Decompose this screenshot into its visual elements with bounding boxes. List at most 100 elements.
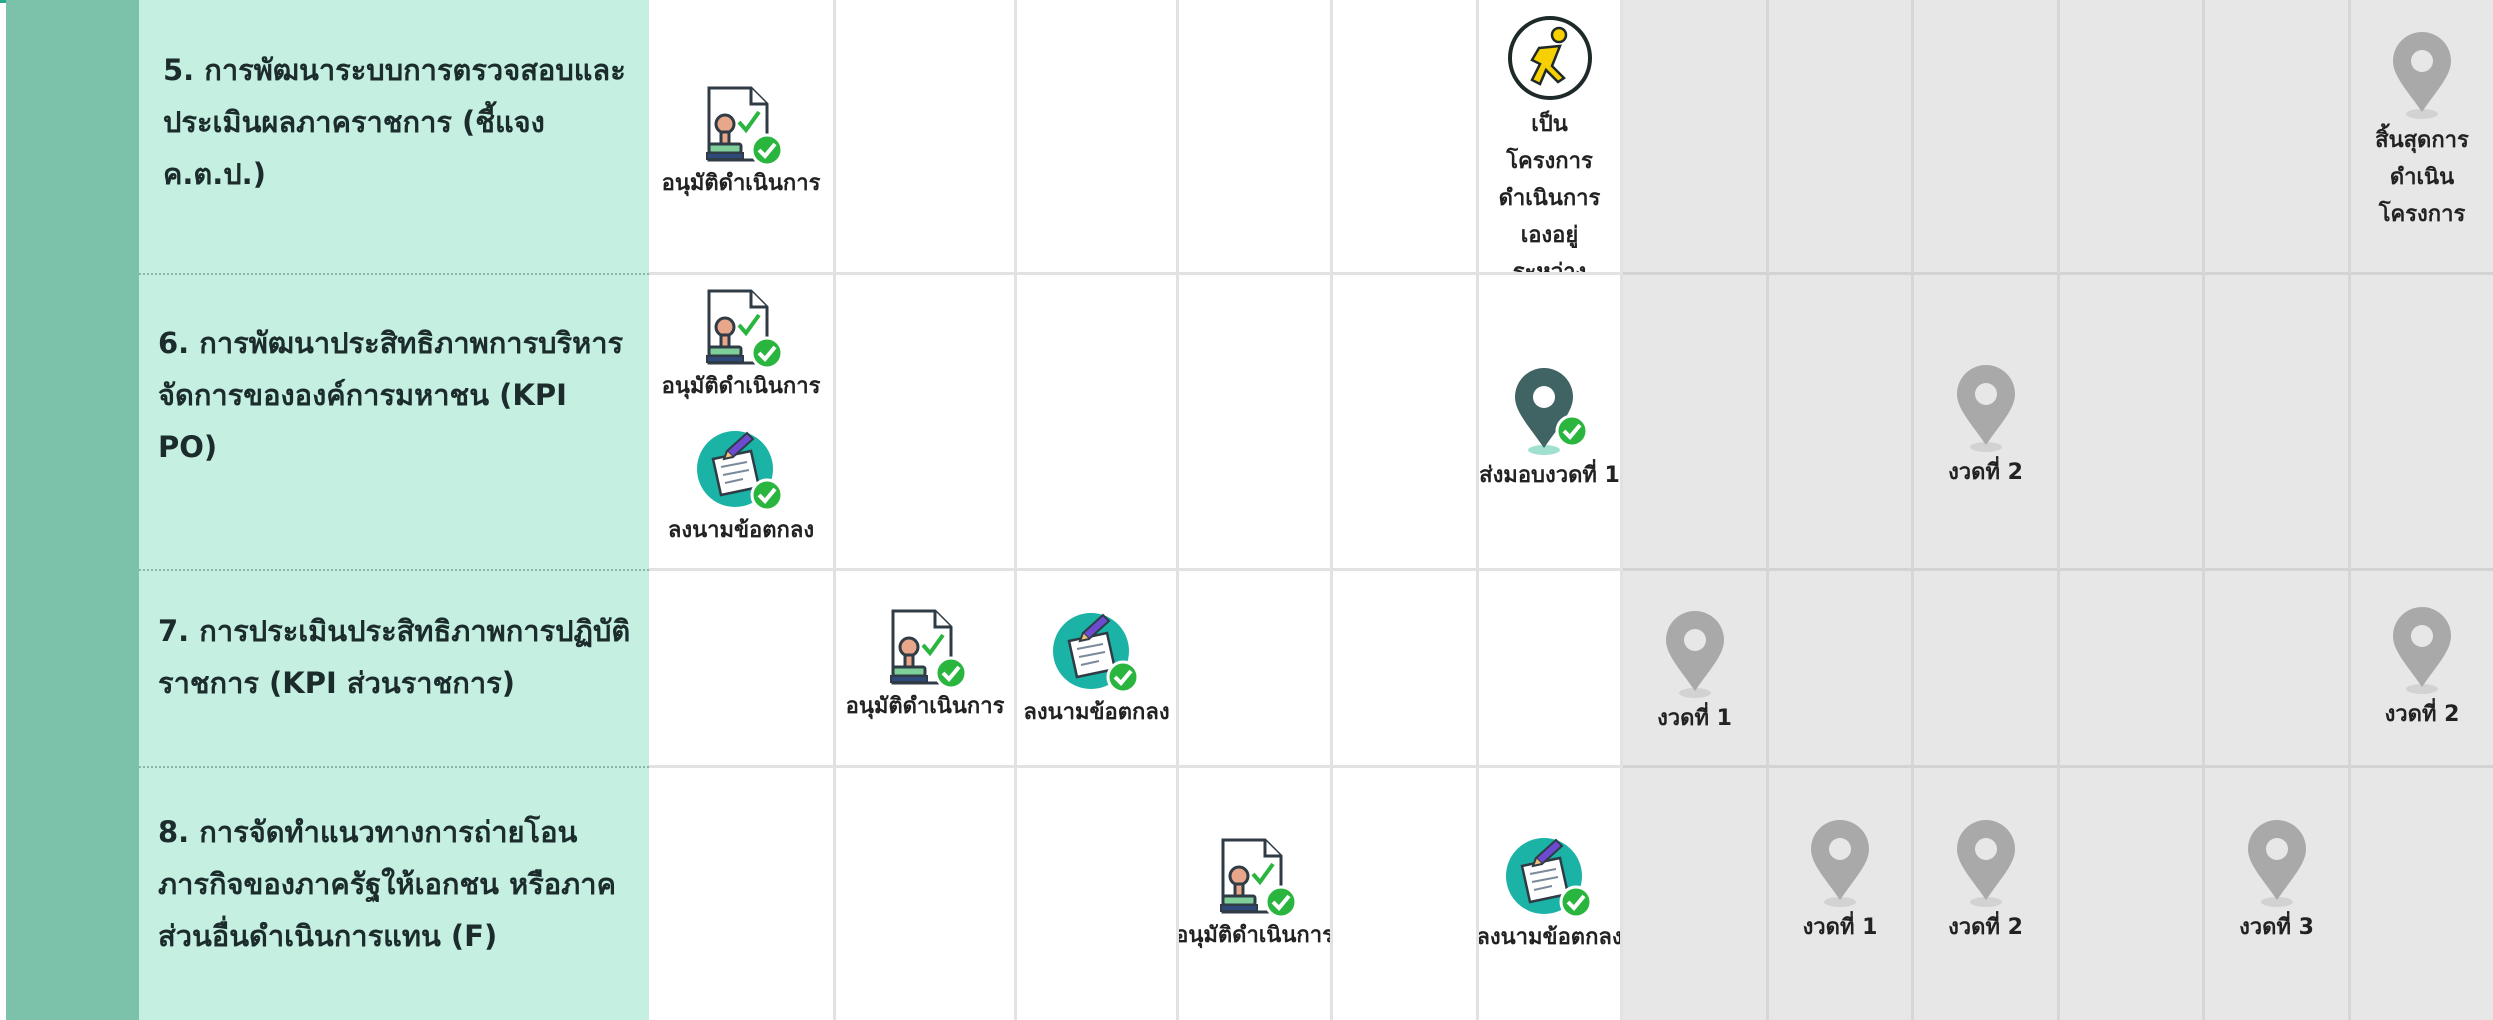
row-6-col-11 — [2205, 275, 2351, 571]
row-5-approve-milestone[interactable]: อนุมัติดำเนินการ — [649, 84, 833, 202]
row-5-running-milestone[interactable]: เป็นโครงการดำเนินการเองอยู่ระหว่างดำเนิน… — [1479, 14, 1620, 272]
row-8-installment-1-milestone[interactable]: งวดที่ 1 — [1769, 818, 1911, 946]
location-pin-pending-icon — [2393, 607, 2451, 694]
row-5-col-5 — [1333, 0, 1479, 275]
row-5-title: 5. การพัฒนาระบบการตรวจสอบและประเมินผลภาค… — [163, 53, 626, 191]
row-8-title: 8. การจัดทำแนวทางการถ่ายโอนภารกิจของภาคร… — [158, 815, 616, 953]
row-8-sign-label: ลงนามข้อตกลง — [1479, 925, 1623, 950]
row-7-col-2: อนุมัติดำเนินการ — [836, 571, 1017, 768]
row-5-col-7 — [1623, 0, 1769, 275]
row-7-col-6 — [1479, 571, 1623, 768]
row-8-name-cell: 8. การจัดทำแนวทางการถ่ายโอนภารกิจของภาคร… — [139, 768, 649, 1020]
row-8-installment-3-label: งวดที่ 3 — [2239, 915, 2314, 940]
row-7-sign-label: ลงนามข้อตกลง — [1023, 700, 1170, 725]
row-6-col-3 — [1017, 275, 1179, 571]
row-7-installment-2-milestone[interactable]: งวดที่ 2 — [2351, 605, 2493, 733]
row-7-col-5 — [1333, 571, 1479, 768]
approved-document-stamp-icon — [706, 86, 783, 166]
row-7-col-4 — [1179, 571, 1333, 768]
row-6-sign-label: ลงนามข้อตกลง — [667, 518, 815, 543]
row-8-col-4: อนุมัติดำเนินการ — [1179, 768, 1333, 1020]
row-7-installment-2-label: งวดที่ 2 — [2384, 702, 2460, 727]
row-8-approve-label: อนุมัติดำเนินการ — [1179, 923, 1333, 948]
row-8-installment-1-label: งวดที่ 1 — [1802, 915, 1878, 940]
row-6-col-9: งวดที่ 2 — [1914, 275, 2060, 571]
timeline-table: 5. การพัฒนาระบบการตรวจสอบและประเมินผลภาค… — [0, 0, 2493, 1020]
row-8-col-3 — [1017, 768, 1179, 1020]
check-badge-icon — [1555, 414, 1588, 448]
row-7-approve-label: อนุมัติดำเนินการ — [845, 694, 1005, 719]
row-6-col-7 — [1623, 275, 1769, 571]
row-8-col-5 — [1333, 768, 1479, 1020]
row-6-installment-2-milestone[interactable]: งวดที่ 2 — [1914, 363, 2057, 491]
row-6-installment-2-label: งวดที่ 2 — [1948, 460, 2023, 485]
signed-agreement-icon — [1052, 613, 1139, 694]
row-7-col-11 — [2205, 571, 2351, 768]
row-5-col-8 — [1769, 0, 1914, 275]
row-6-col-1: อนุมัติดำเนินการ ลงนามข้อตกลง — [649, 275, 836, 571]
location-pin-pending-icon — [2247, 820, 2306, 907]
row-6-col-5 — [1333, 275, 1479, 571]
row-8-installment-2-label: งวดที่ 2 — [1948, 915, 2023, 940]
check-badge-icon — [1106, 660, 1139, 694]
approved-document-stamp-icon — [1219, 838, 1297, 918]
row-7-col-9 — [1914, 571, 2060, 768]
row-8-col-2 — [836, 768, 1017, 1020]
check-badge-icon — [750, 336, 783, 369]
location-pin-pending-icon — [2393, 32, 2451, 119]
row-5-col-1: อนุมัติดำเนินการ — [649, 0, 836, 275]
row-8-sign-milestone[interactable]: ลงนามข้อตกลง — [1479, 836, 1620, 956]
row-8-col-11: งวดที่ 3 — [2205, 768, 2351, 1020]
check-badge-icon — [750, 133, 783, 166]
row-6-sign-milestone[interactable]: ลงนามข้อตกลง — [649, 429, 833, 549]
check-badge-icon — [750, 478, 784, 512]
row-6-col-4 — [1179, 275, 1333, 571]
row-6-col-10 — [2060, 275, 2205, 571]
left-category-column — [6, 0, 139, 1020]
row-8-col-12 — [2351, 768, 2493, 1020]
approved-document-stamp-icon — [890, 609, 967, 689]
row-7-title: 7. การประเมินประสิทธิภาพการปฏิบัติราชการ… — [158, 614, 631, 700]
location-pin-pending-icon — [1956, 820, 2015, 907]
row-8-col-7 — [1623, 768, 1769, 1020]
row-8-col-9: งวดที่ 2 — [1914, 768, 2060, 1020]
row-5-end-label: สิ้นสุดการดำเนินโครงการ — [2375, 128, 2469, 227]
row-8-installment-2-milestone[interactable]: งวดที่ 2 — [1914, 818, 2057, 946]
running-person-icon — [1507, 16, 1592, 100]
location-pin-pending-icon — [1811, 820, 1869, 907]
row-5-col-12: สิ้นสุดการดำเนินโครงการ — [2351, 0, 2493, 275]
row-8-col-6: ลงนามข้อตกลง — [1479, 768, 1623, 1020]
row-7-col-10 — [2060, 571, 2205, 768]
row-6-approve-milestone[interactable]: อนุมัติดำเนินการ — [649, 287, 833, 405]
row-7-approve-milestone[interactable]: อนุมัติดำเนินการ — [836, 607, 1014, 725]
row-5-col-6: เป็นโครงการดำเนินการเองอยู่ระหว่างดำเนิน… — [1479, 0, 1623, 275]
row-6-col-8 — [1769, 275, 1914, 571]
check-badge-icon — [1264, 885, 1297, 918]
row-7-col-12: งวดที่ 2 — [2351, 571, 2493, 768]
row-7-installment-1-milestone[interactable]: งวดที่ 1 — [1623, 609, 1766, 737]
row-7-col-8 — [1769, 571, 1914, 768]
location-pin-done-icon — [1514, 368, 1588, 455]
row-7-col-7: งวดที่ 1 — [1623, 571, 1769, 768]
check-badge-icon — [1559, 885, 1592, 919]
row-6-deliver-1-label: ส่งมอบงวดที่ 1 — [1479, 463, 1620, 488]
row-7-sign-milestone[interactable]: ลงนามข้อตกลง — [1017, 611, 1176, 731]
row-5-col-4 — [1179, 0, 1333, 275]
location-pin-pending-icon — [1956, 365, 2015, 452]
row-7-col-1 — [649, 571, 836, 768]
row-6-name-cell: 6. การพัฒนาประสิทธิภาพการบริหารจัดการของ… — [139, 275, 649, 571]
row-5-col-11 — [2205, 0, 2351, 275]
row-7-col-3: ลงนามข้อตกลง — [1017, 571, 1179, 768]
row-6-deliver-1-milestone[interactable]: ส่งมอบงวดที่ 1 — [1479, 364, 1620, 494]
row-8-installment-3-milestone[interactable]: งวดที่ 3 — [2205, 818, 2348, 946]
row-5-end-milestone[interactable]: สิ้นสุดการดำเนินโครงการ — [2351, 30, 2493, 233]
location-pin-pending-icon — [1665, 611, 1724, 698]
row-8-col-8: งวดที่ 1 — [1769, 768, 1914, 1020]
row-6-col-6: ส่งมอบงวดที่ 1 — [1479, 275, 1623, 571]
row-5-col-10 — [2060, 0, 2205, 275]
row-8-approve-milestone[interactable]: อนุมัติดำเนินการ — [1179, 836, 1330, 954]
approved-document-stamp-icon — [706, 289, 783, 369]
row-5-col-9 — [1914, 0, 2060, 275]
row-5-col-3 — [1017, 0, 1179, 275]
row-7-name-cell: 7. การประเมินประสิทธิภาพการปฏิบัติราชการ… — [139, 571, 649, 768]
